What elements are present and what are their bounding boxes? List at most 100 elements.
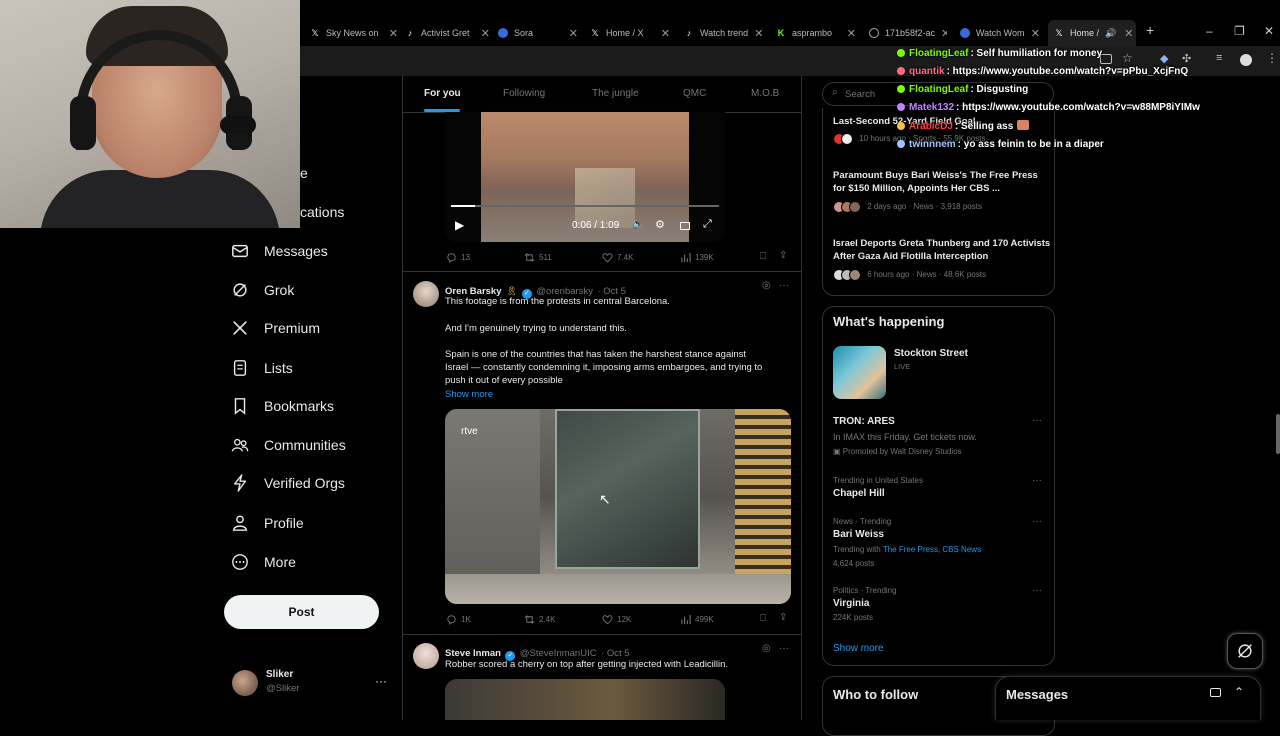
avatar[interactable]: [413, 281, 439, 307]
grok-icon[interactable]: ◎: [762, 643, 771, 654]
show-more-link[interactable]: Show more: [833, 643, 884, 654]
close-icon[interactable]: ✕: [941, 27, 947, 40]
new-message-icon[interactable]: [1210, 688, 1221, 697]
nav-item-partial[interactable]: cations: [300, 197, 344, 227]
trend-more-icon[interactable]: ···: [1032, 415, 1042, 426]
fullscreen-icon[interactable]: ⤢: [703, 218, 712, 231]
tab-following[interactable]: Following: [503, 88, 545, 99]
trend-name[interactable]: Bari Weiss: [833, 529, 884, 540]
trend-with-links[interactable]: The Free Press, CBS News: [883, 545, 981, 554]
trend-name[interactable]: Chapel Hill: [833, 488, 885, 499]
tab-qmc[interactable]: QMC: [683, 88, 706, 99]
news-item-title[interactable]: Israel Deports Greta Thunberg and 170 Ac…: [833, 237, 1055, 263]
grok-icon[interactable]: ◎: [762, 280, 771, 291]
nav-item-verified-orgs[interactable]: Verified Orgs: [230, 468, 345, 498]
browser-tab-active[interactable]: 𝕏 Home / 🔊 ✕: [1048, 20, 1136, 46]
browser-menu-icon[interactable]: ⋮: [1266, 51, 1278, 65]
reply-button[interactable]: 13: [446, 252, 470, 263]
media-rubble: [445, 574, 791, 604]
nav-item-messages[interactable]: Messages: [230, 236, 328, 266]
repost-button[interactable]: 511: [524, 252, 552, 263]
reply-button[interactable]: 1K: [446, 614, 471, 625]
nav-item-more[interactable]: More: [230, 547, 296, 577]
pip-icon[interactable]: [680, 222, 690, 230]
share-icon[interactable]: ⇪: [779, 612, 787, 623]
minimize-button[interactable]: –: [1206, 24, 1213, 38]
close-icon[interactable]: ✕: [1031, 27, 1040, 40]
nav-item-communities[interactable]: Communities: [230, 430, 346, 460]
puzzle-icon[interactable]: ✣: [1182, 52, 1191, 65]
tweet-more-icon[interactable]: ···: [779, 280, 789, 291]
trend-more-icon[interactable]: ···: [1032, 585, 1042, 596]
profile-avatar[interactable]: [1240, 54, 1252, 66]
browser-tab[interactable]: ♪ Watch trend ✕: [684, 22, 762, 44]
messages-drawer-title: Messages: [1006, 687, 1069, 702]
browser-tab[interactable]: Sora ✕: [498, 22, 578, 44]
nav-item-bookmarks[interactable]: Bookmarks: [230, 391, 334, 421]
avatar[interactable]: [232, 670, 258, 696]
tweet-media-video[interactable]: rtve ↖: [445, 409, 791, 604]
live-title[interactable]: Stockton Street: [894, 348, 968, 359]
tab-mob[interactable]: M.O.B: [751, 88, 779, 99]
video-progress-track[interactable]: [451, 205, 719, 207]
like-button[interactable]: 12K: [602, 614, 631, 625]
new-tab-button[interactable]: +: [1146, 22, 1154, 38]
close-icon[interactable]: ✕: [661, 27, 670, 40]
views-button[interactable]: 499K: [680, 614, 714, 625]
close-icon[interactable]: ✕: [754, 27, 762, 40]
tab-the-jungle[interactable]: The jungle: [592, 88, 639, 99]
browser-tab[interactable]: K asprambo ✕: [776, 22, 856, 44]
nav-item-partial[interactable]: e: [300, 158, 308, 188]
nav-item-lists[interactable]: Lists: [230, 353, 293, 383]
nav-item-grok[interactable]: Grok: [230, 275, 294, 305]
trend-name[interactable]: Virginia: [833, 598, 870, 609]
trend-more-icon[interactable]: ···: [1032, 516, 1042, 527]
settings-icon[interactable]: ⚙: [655, 218, 665, 231]
browser-tab[interactable]: 𝕏 Sky News on ✕: [310, 22, 398, 44]
share-icon[interactable]: ⇪: [779, 250, 787, 261]
nav-item-premium[interactable]: Premium: [230, 313, 320, 343]
avatar-stack: [833, 133, 853, 145]
bookmark-icon[interactable]: ⎕: [760, 613, 766, 624]
trend-name[interactable]: TRON: ARES: [833, 416, 895, 427]
repost-button[interactable]: 2.4K: [524, 614, 555, 625]
account-menu-icon[interactable]: ···: [375, 674, 387, 688]
play-icon[interactable]: ▶: [455, 218, 464, 232]
close-icon[interactable]: ✕: [389, 27, 398, 40]
grok-floating-button[interactable]: [1227, 633, 1263, 669]
close-icon[interactable]: ✕: [481, 27, 490, 40]
tweet-more-icon[interactable]: ···: [779, 643, 789, 654]
star-icon[interactable]: ☆: [1122, 51, 1133, 65]
media-icon[interactable]: ≡: [1216, 52, 1222, 64]
media-broken-glass: [555, 409, 700, 569]
trend-more-icon[interactable]: ···: [1032, 475, 1042, 486]
news-item-title[interactable]: Paramount Buys Bari Weiss's The Free Pre…: [833, 169, 1045, 195]
views-button[interactable]: 139K: [680, 252, 714, 263]
browser-tab[interactable]: Watch Wom ✕: [960, 22, 1040, 44]
video-player[interactable]: ▶ 0:06 / 1:09 🔈 ⚙ ⤢: [445, 112, 725, 242]
extension-icon[interactable]: ◆: [1160, 52, 1168, 65]
browser-tab[interactable]: 171b58f2-ac ✕: [869, 22, 947, 44]
live-thumbnail[interactable]: [833, 346, 886, 399]
volume-icon[interactable]: 🔈: [632, 219, 644, 230]
show-more-link[interactable]: Show more: [445, 388, 493, 401]
like-button[interactable]: 7.4K: [602, 252, 633, 263]
tab-for-you[interactable]: For you: [424, 88, 461, 99]
tweet-media-video[interactable]: [445, 679, 725, 720]
avatar[interactable]: [413, 643, 439, 669]
messages-drawer[interactable]: Messages ⌃: [995, 676, 1261, 720]
bookmark-icon[interactable]: ⎕: [760, 251, 766, 262]
close-window-button[interactable]: ✕: [1264, 24, 1274, 38]
close-icon[interactable]: ✕: [847, 27, 856, 40]
browser-tab[interactable]: ♪ Activist Gret ✕: [405, 22, 490, 44]
nav-item-profile[interactable]: Profile: [230, 508, 304, 538]
close-icon[interactable]: ✕: [569, 27, 578, 40]
speaker-icon[interactable]: 🔊: [1105, 28, 1116, 39]
browser-tab[interactable]: 𝕏 Home / X ✕: [590, 22, 670, 44]
post-button[interactable]: Post: [224, 595, 379, 629]
maximize-button[interactable]: ❐: [1234, 24, 1245, 38]
expand-icon[interactable]: ⌃: [1234, 685, 1244, 699]
page-scrollbar[interactable]: [1276, 414, 1280, 454]
account-name[interactable]: Sliker: [266, 669, 293, 680]
close-icon[interactable]: ✕: [1124, 27, 1133, 40]
